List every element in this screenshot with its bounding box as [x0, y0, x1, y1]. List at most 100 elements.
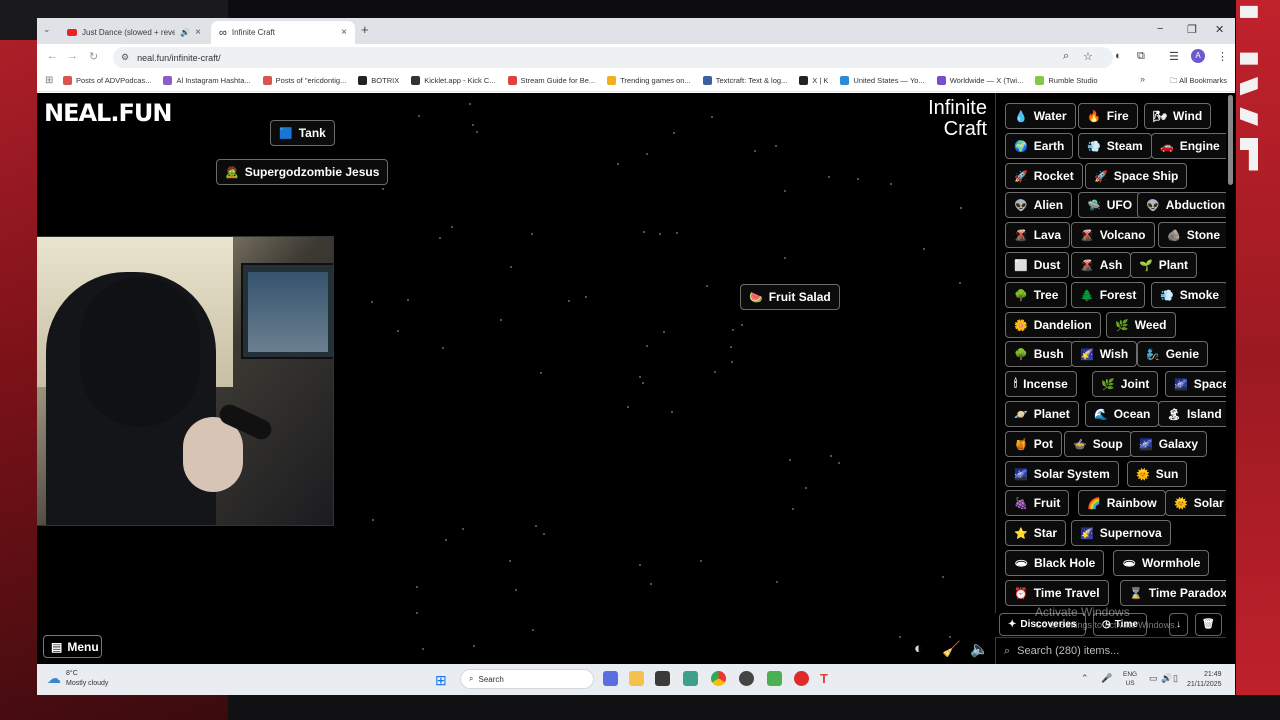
sidebar-item-earth[interactable]: 🌍 Earth — [1005, 133, 1074, 159]
extensions-puzzle-icon[interactable]: ⧉ — [1137, 50, 1145, 63]
sidebar-item-black-hole[interactable]: 🕳 Black Hole — [1005, 550, 1105, 576]
site-info-icon[interactable]: ⚙ — [121, 52, 129, 63]
canvas-item-fruit-salad[interactable]: 🍉 Fruit Salad — [740, 284, 840, 310]
tray-chevron-icon[interactable]: ⌃ — [1081, 673, 1089, 684]
more-menu-icon[interactable]: ⋮ — [1217, 50, 1228, 63]
sidebar-item-time-paradox[interactable]: ⌛ Time Paradox — [1120, 580, 1226, 606]
sidebar-item-abduction[interactable]: 👽 Abduction — [1137, 192, 1226, 218]
sidebar-item-wormhole[interactable]: 🕳 Wormhole — [1113, 550, 1210, 576]
sidebar-item-ufo[interactable]: 🛸 UFO — [1078, 192, 1142, 218]
apps-grid-icon[interactable]: ⊞ — [45, 75, 55, 86]
canvas-item-supergodzombie-jesus[interactable]: 🧟 Supergodzombie Jesus — [216, 159, 389, 185]
sidebar-item-incense[interactable]: 🕯 Incense — [1005, 371, 1077, 397]
profile-avatar[interactable]: A — [1191, 49, 1205, 63]
reload-icon[interactable]: ↻ — [89, 50, 98, 63]
bookmark-item[interactable]: Textcraft: Text & log... — [702, 76, 787, 85]
sidebar-item-sun[interactable]: 🌞 Sun — [1127, 461, 1188, 487]
close-tab-icon[interactable]: × — [195, 27, 201, 38]
notepad-icon[interactable] — [683, 671, 698, 686]
minimize-button[interactable]: − — [1157, 23, 1163, 35]
sidebar-item-forest[interactable]: 🌲 Forest — [1071, 282, 1146, 308]
sidebar-item-genie[interactable]: 🧞 Genie — [1137, 341, 1209, 367]
volume-icon[interactable]: 🔊 — [1161, 673, 1172, 684]
sidebar-item-bush[interactable]: 🌳 Bush — [1005, 341, 1073, 367]
streaming-app-icon[interactable] — [767, 671, 782, 686]
sidebar-item-wish[interactable]: 🌠 Wish — [1071, 341, 1138, 367]
sidebar-item-dandelion[interactable]: 🌼 Dandelion — [1005, 312, 1101, 338]
network-icon[interactable]: ▭ — [1149, 673, 1158, 684]
microphone-icon[interactable]: 🎤 — [1101, 673, 1112, 684]
close-tab-icon[interactable]: × — [341, 27, 347, 38]
sidebar-item-solar[interactable]: 🌞 Solar — [1165, 490, 1226, 516]
item-search-bar[interactable]: ⌕ Search (280) items... — [995, 637, 1226, 664]
taskbar-search[interactable]: ⌕ Search — [460, 669, 594, 689]
extension-icon[interactable]: ◐ — [1115, 50, 1122, 62]
file-explorer-icon[interactable] — [629, 671, 644, 686]
tab-infinite-craft[interactable]: ∞ Infinite Craft × — [211, 21, 355, 44]
sidebar-item-planet[interactable]: 🪐 Planet — [1005, 401, 1079, 427]
sidebar-item-steam[interactable]: 💨 Steam — [1078, 133, 1152, 159]
bookmark-item[interactable]: Kicklet.app - Kick C... — [411, 76, 496, 85]
sidebar-item-wind[interactable]: 🌬 Wind — [1144, 103, 1212, 129]
bookmark-item[interactable]: United States — Yo... — [840, 76, 925, 85]
item-search-input[interactable]: Search (280) items... — [1017, 645, 1119, 657]
sidebar-item-smoke[interactable]: 💨 Smoke — [1151, 282, 1226, 308]
sidebar-scrollbar[interactable] — [1228, 95, 1233, 185]
sidebar-item-island[interactable]: 🏝 Island — [1158, 401, 1226, 427]
sidebar-item-fruit[interactable]: 🍇 Fruit — [1005, 490, 1070, 516]
tab-search-icon[interactable]: ⌄ — [43, 24, 51, 35]
battery-icon[interactable]: ▯ — [1173, 673, 1178, 684]
sidebar-item-space[interactable]: 🌌 Space — [1165, 371, 1226, 397]
trash-button[interactable]: 🗑 — [1195, 613, 1222, 636]
sidebar-item-alien[interactable]: 👽 Alien — [1005, 192, 1073, 218]
bookmark-item[interactable]: Trending games on... — [607, 76, 691, 85]
canvas-item-tank[interactable]: 🟦 Tank — [270, 120, 335, 146]
bookmark-item[interactable]: Worldwide — X (Twi... — [936, 76, 1023, 85]
sound-icon[interactable]: 🔈 — [970, 640, 989, 658]
sidebar-item-lava[interactable]: 🌋 Lava — [1005, 222, 1071, 248]
bookmark-item[interactable]: Posts of ADVPodcas... — [63, 76, 151, 85]
sidebar-item-supernova[interactable]: 🌠 Supernova — [1071, 520, 1171, 546]
reading-list-icon[interactable]: ☰ — [1169, 50, 1179, 63]
tab-just-dance[interactable]: Just Dance (slowed + reverb 🔊 × — [59, 21, 209, 44]
opera-icon[interactable] — [794, 671, 809, 686]
app-icon[interactable] — [655, 671, 670, 686]
zoom-icon[interactable]: ⌕ — [1063, 50, 1069, 63]
sidebar-item-water[interactable]: 💧 Water — [1005, 103, 1076, 129]
bookmark-item[interactable]: Stream Guide for Be... — [507, 76, 595, 85]
sidebar-item-soup[interactable]: 🍲 Soup — [1064, 431, 1132, 457]
sidebar-item-rocket[interactable]: 🚀 Rocket — [1005, 163, 1083, 189]
sidebar-item-weed[interactable]: 🌿 Weed — [1106, 312, 1176, 338]
sidebar-item-volcano[interactable]: 🌋 Volcano — [1071, 222, 1155, 248]
sidebar-item-pot[interactable]: 🍯 Pot — [1005, 431, 1063, 457]
clear-broom-icon[interactable]: 🧹 — [942, 640, 961, 658]
bookmark-item[interactable]: Al Instagram Hashta... — [163, 76, 251, 85]
task-view-icon[interactable] — [603, 671, 618, 686]
weather-widget[interactable]: ☁ 8°C Mostly cloudy — [47, 669, 108, 689]
windows-start-icon[interactable]: ⊞ — [435, 672, 447, 689]
speaker-icon[interactable]: 🔊 — [180, 28, 190, 37]
sidebar-item-fire[interactable]: 🔥 Fire — [1078, 103, 1138, 129]
sidebar-item-plant[interactable]: 🌱 Plant — [1130, 252, 1198, 278]
sidebar-item-engine[interactable]: 🚗 Engine — [1151, 133, 1226, 159]
sidebar-item-ash[interactable]: 🌋 Ash — [1071, 252, 1132, 278]
sidebar-item-rainbow[interactable]: 🌈 Rainbow — [1078, 490, 1166, 516]
bookmark-item[interactable]: Rumble Studio — [1035, 76, 1098, 85]
obs-icon[interactable] — [739, 671, 754, 686]
sidebar-item-galaxy[interactable]: 🌌 Galaxy — [1130, 431, 1208, 457]
sidebar-item-stone[interactable]: 🪨 Stone — [1158, 222, 1226, 248]
back-icon[interactable]: ← — [47, 50, 58, 62]
maximize-button[interactable]: ❐ — [1187, 23, 1197, 36]
dark-mode-icon[interactable]: ◐ — [914, 640, 923, 657]
bookmark-item[interactable]: X | K — [799, 76, 828, 85]
sidebar-item-ocean[interactable]: 🌊 Ocean — [1085, 401, 1160, 427]
neal-fun-logo[interactable]: NEAL.FUN — [44, 99, 172, 127]
menu-button[interactable]: ▤ Menu — [43, 635, 102, 658]
sidebar-item-joint[interactable]: 🌿 Joint — [1092, 371, 1159, 397]
sidebar-item-dust[interactable]: ⬜ Dust — [1005, 252, 1070, 278]
bookmarks-overflow-icon[interactable]: » — [1140, 74, 1145, 84]
sidebar-item-solar-system[interactable]: 🌌 Solar System — [1005, 461, 1119, 487]
text-app-icon[interactable]: T — [820, 671, 835, 686]
language-indicator[interactable]: ENG US — [1123, 670, 1137, 688]
bookmark-item[interactable]: Posts of "ericdontig... — [262, 76, 346, 85]
